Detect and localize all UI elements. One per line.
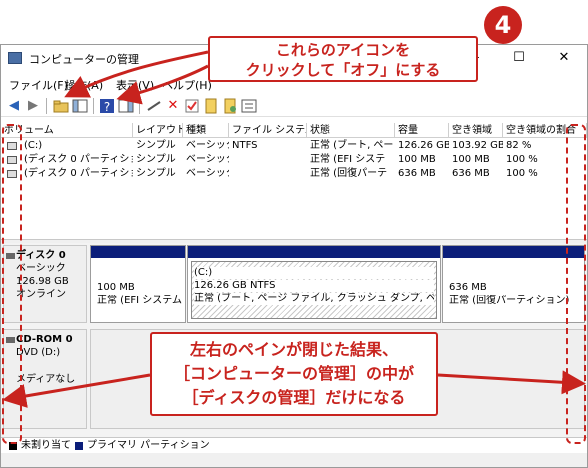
- callout-line: 左右のペインが閉じた結果、: [189, 340, 398, 359]
- screenshot-root: コンピューターの管理 — ☐ ✕ ファイル(F) 操作(A) 表示(V) ヘルプ…: [0, 0, 588, 468]
- arrow-to-tree-icon: [64, 50, 209, 98]
- arrow-to-action-pane-icon: [116, 64, 209, 105]
- callout-line: ［コンピューターの管理］の中が: [173, 364, 414, 383]
- callout-line: クリックして「オフ」にする: [245, 61, 441, 79]
- arrow-left: [2, 373, 151, 408]
- arrow-right: [437, 370, 586, 395]
- callout-line: これらのアイコンを: [275, 41, 411, 59]
- top-instruction-callout: これらのアイコンを クリックして「オフ」にする: [208, 36, 478, 82]
- callout-line: ［ディスクの管理］だけになる: [182, 388, 406, 407]
- bottom-result-callout: 左右のペインが閉じた結果、 ［コンピューターの管理］の中が ［ディスクの管理］だ…: [150, 332, 438, 416]
- step-4-badge: 4: [484, 6, 522, 44]
